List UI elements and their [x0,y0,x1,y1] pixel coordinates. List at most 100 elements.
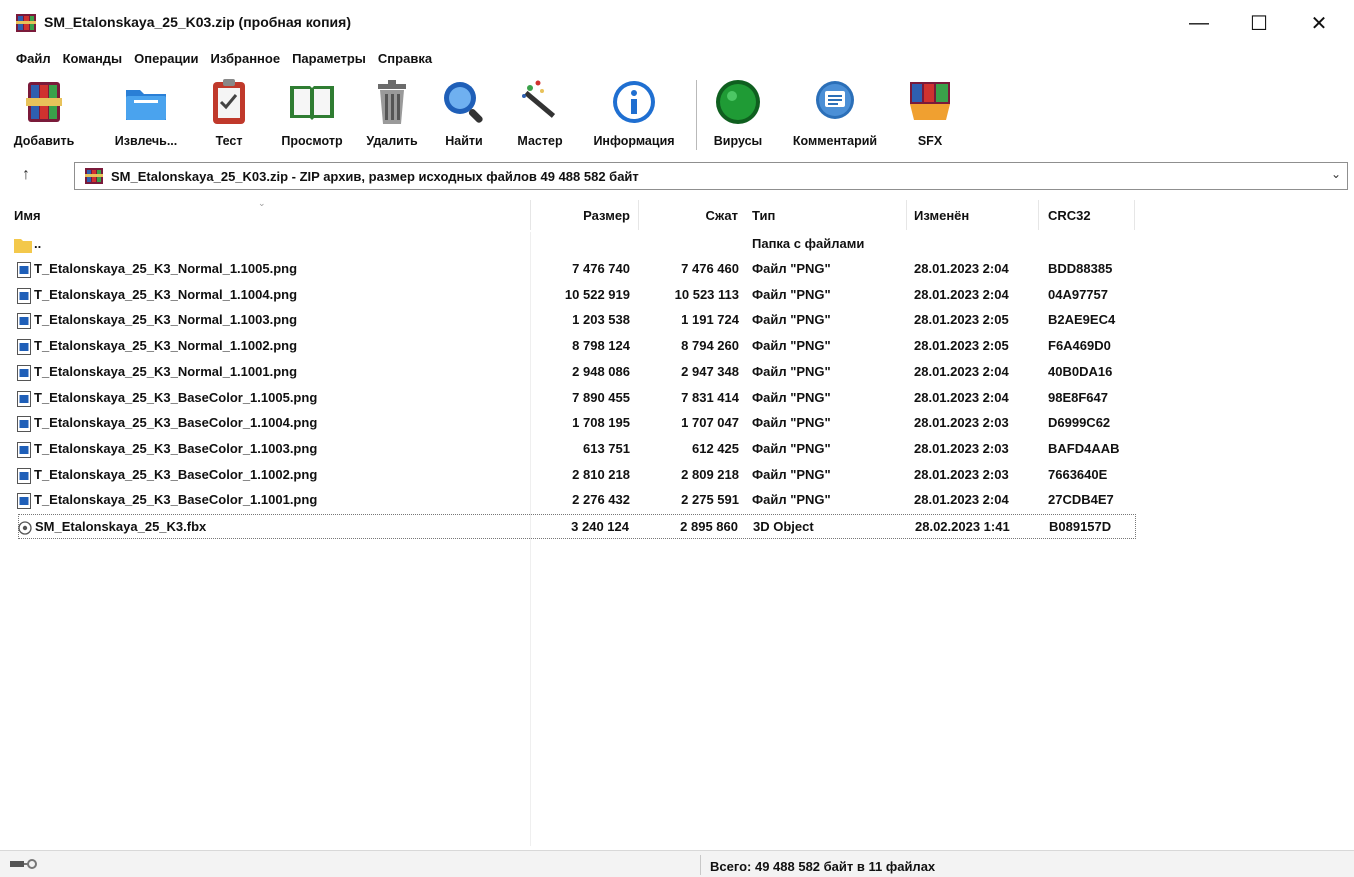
add-button[interactable]: Добавить [12,76,76,154]
column-header-name[interactable]: Имя [14,198,530,232]
file-modified: 28.02.2023 1:41 [915,519,1010,534]
status-total: Всего: 49 488 582 байт в 11 файлах [710,859,936,874]
file-name: T_Etalonskaya_25_K3_Normal_1.1001.png [34,363,298,379]
maximize-button[interactable]: ☐ [1236,6,1282,40]
delete-button[interactable]: Удалить [358,76,426,154]
extract-folder-icon [126,90,166,120]
file-crc: 7663640E [1048,466,1108,482]
file-modified: 28.01.2023 2:05 [914,312,1009,328]
object-file-icon [18,521,32,535]
test-label: Тест [215,134,243,148]
file-name: T_Etalonskaya_25_K3_BaseColor_1.1003.png [34,440,318,456]
file-name: T_Etalonskaya_25_K3_BaseColor_1.1004.png [34,415,318,431]
file-modified: 28.01.2023 2:04 [914,363,1009,379]
wizard-button[interactable]: Мастер [508,76,572,154]
add-label: Добавить [13,134,75,148]
menu-help[interactable]: Справка [378,51,432,66]
find-button[interactable]: Найти [438,76,490,154]
column-divider [1134,200,1135,230]
file-size: 8 798 124 [572,338,630,354]
file-type: Файл "PNG" [752,312,831,328]
file-modified: 28.01.2023 2:04 [914,389,1009,405]
virus-scan-button[interactable]: Вирусы [706,76,770,154]
file-packed-size: 2 947 348 [681,363,739,379]
wizard-wand-icon [522,80,556,118]
table-row[interactable]: T_Etalonskaya_25_K3_Normal_1.1004.png 10 … [8,283,1348,308]
file-type: Файл "PNG" [752,286,831,302]
file-type: Файл "PNG" [752,261,831,276]
chevron-down-icon[interactable]: ⌄ [1331,167,1341,181]
table-row[interactable]: T_Etalonskaya_25_K3_Normal_1.1001.png 2 9… [8,360,1348,385]
image-file-icon [17,493,31,510]
table-row[interactable]: T_Etalonskaya_25_K3_BaseColor_1.1002.png… [8,463,1348,488]
file-modified: 28.01.2023 2:04 [914,261,1009,276]
menu-file[interactable]: Файл [16,51,51,66]
file-crc: B089157D [1049,519,1112,534]
extract-button[interactable]: Извлечь... [108,76,184,154]
image-file-icon [17,262,31,278]
file-packed-size: 7 476 460 [681,261,739,276]
find-label: Найти [445,134,483,148]
column-header-size[interactable]: Размер [530,198,630,232]
file-list: Имя ⌄ Размер Сжат Тип Изменён CRC32 .. П… [8,198,1348,846]
menu-favorites[interactable]: Избранное [211,51,281,66]
info-label: Информация [593,134,675,148]
up-level-button[interactable]: ↑ [22,166,30,184]
file-name: T_Etalonskaya_25_K3_BaseColor_1.1001.png [34,492,318,508]
file-size: 613 751 [583,440,630,456]
file-name: T_Etalonskaya_25_K3_Normal_1.1002.png [34,338,298,354]
table-row[interactable]: T_Etalonskaya_25_K3_Normal_1.1005.png 7 4… [8,257,1348,282]
file-size: 1 708 195 [572,415,630,431]
file-modified: 28.01.2023 2:03 [914,466,1009,482]
sfx-button[interactable]: SFX [900,76,960,154]
parent-folder-type: Папка с файлами [752,236,865,251]
table-row[interactable]: T_Etalonskaya_25_K3_BaseColor_1.1004.png… [8,411,1348,436]
column-header-crc[interactable]: CRC32 [1048,198,1138,232]
file-size: 10 522 919 [564,286,630,302]
table-row[interactable]: SM_Etalonskaya_25_K3.fbx 3 240 124 2 895 8… [18,514,1136,539]
menu-operations[interactable]: Операции [134,51,198,66]
comment-button[interactable]: Комментарий [780,76,890,154]
file-crc: F6A469D0 [1048,338,1111,354]
view-book-icon [290,86,334,120]
menu-options[interactable]: Параметры [292,51,366,66]
file-size: 3 240 124 [571,519,629,534]
view-button[interactable]: Просмотр [276,76,348,154]
file-type: Файл "PNG" [752,440,831,456]
folder-icon [14,239,32,253]
table-row[interactable]: T_Etalonskaya_25_K3_BaseColor_1.1001.png… [8,488,1348,513]
file-type: Файл "PNG" [752,492,831,508]
address-bar[interactable]: SM_Etalonskaya_25_K03.zip - ZIP архив, р… [74,162,1348,190]
virus-scan-label: Вирусы [713,134,763,148]
comment-icon [816,81,854,119]
file-packed-size: 1 707 047 [681,415,739,431]
image-file-icon [17,441,31,458]
image-file-icon [17,390,31,407]
table-row[interactable]: T_Etalonskaya_25_K3_Normal_1.1002.png 8 7… [8,334,1348,359]
table-row[interactable]: T_Etalonskaya_25_K3_BaseColor_1.1005.png… [8,386,1348,411]
file-name: T_Etalonskaya_25_K3_Normal_1.1005.png [34,261,298,276]
file-packed-size: 2 809 218 [681,466,739,482]
column-header-modified[interactable]: Изменён [914,198,1034,232]
menu-commands[interactable]: Команды [63,51,123,66]
file-crc: BAFD4AAB [1048,440,1120,456]
column-header-packed[interactable]: Сжат [638,198,738,232]
title-bar: SM_Etalonskaya_25_K03.zip (пробная копия… [0,0,1354,44]
minimize-button[interactable]: — [1176,6,1222,40]
winrar-app-icon [16,14,36,32]
parent-folder-name: .. [34,236,42,251]
file-type: Файл "PNG" [752,338,831,354]
close-button[interactable]: ✕ [1296,6,1342,40]
drive-key-icon [10,859,37,869]
image-file-icon [17,364,31,381]
table-row[interactable]: T_Etalonskaya_25_K3_BaseColor_1.1003.png… [8,437,1348,462]
table-row[interactable]: T_Etalonskaya_25_K3_Normal_1.1003.png 1 2… [8,308,1348,333]
column-header-type[interactable]: Тип [752,198,902,232]
file-size: 2 276 432 [572,492,630,508]
window-title: SM_Etalonskaya_25_K03.zip (пробная копия… [44,14,351,30]
wizard-label: Мастер [517,134,563,148]
parent-folder-row[interactable]: .. Папка с файлами [8,232,1348,257]
image-file-icon [17,313,31,330]
test-button[interactable]: Тест [204,76,254,154]
info-button[interactable]: Информация [582,76,686,154]
